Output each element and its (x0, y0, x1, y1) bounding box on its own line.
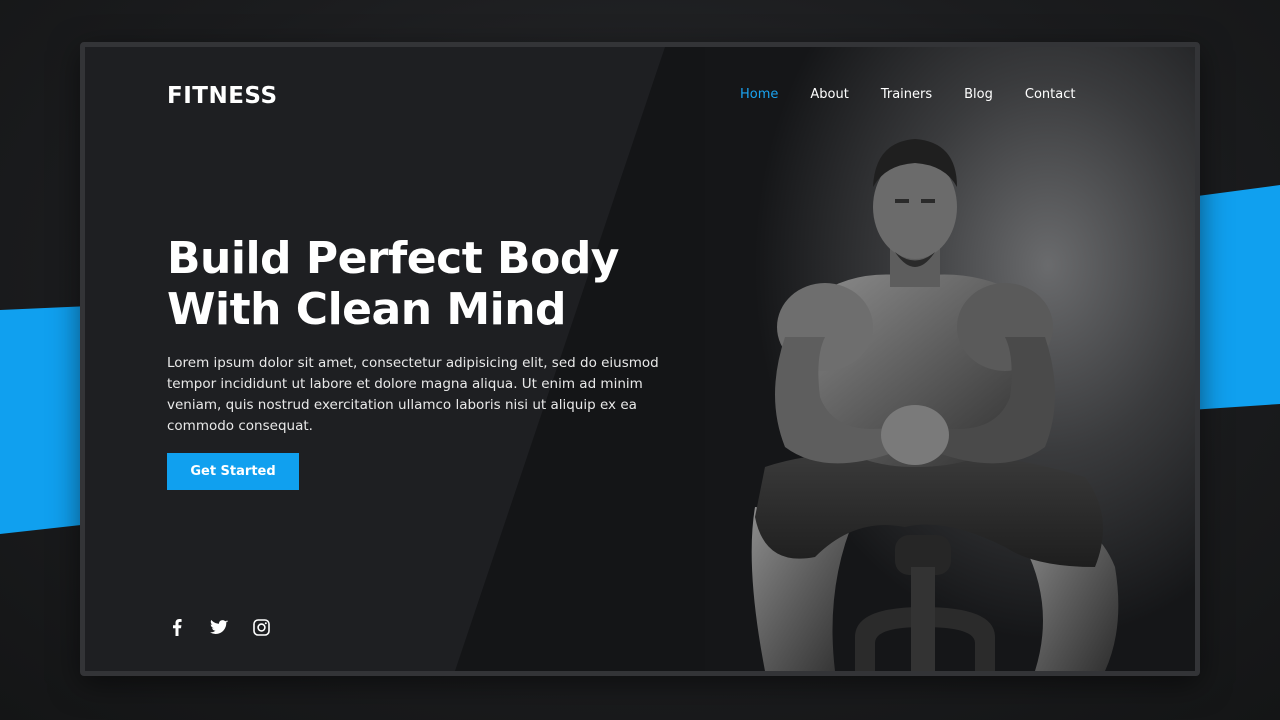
hero-description: Lorem ipsum dolor sit amet, consectetur … (167, 355, 659, 434)
nav-item-contact[interactable]: Contact (1025, 87, 1076, 102)
page-stage: FITNESS Home About Trainers Blog Contact… (0, 0, 1280, 720)
hero-athlete-image (705, 47, 1195, 671)
nav-item-home[interactable]: Home (740, 87, 778, 102)
nav-item-about[interactable]: About (810, 87, 848, 102)
nav-item-trainers[interactable]: Trainers (881, 87, 932, 102)
twitter-icon[interactable] (209, 617, 229, 637)
main-nav: Home About Trainers Blog Contact (740, 87, 1075, 102)
hero-headline-line1: Build Perfect Body (167, 233, 620, 284)
brand-logo[interactable]: FITNESS (167, 83, 278, 109)
facebook-icon[interactable] (167, 617, 187, 637)
accent-stripe-left (0, 306, 90, 534)
nav-item-blog[interactable]: Blog (964, 87, 993, 102)
hero-headline: Build Perfect Body With Clean Mind (167, 233, 687, 335)
social-links (167, 617, 271, 637)
instagram-icon[interactable] (251, 617, 271, 637)
get-started-button[interactable]: Get Started (167, 453, 299, 490)
accent-stripe-right (1190, 185, 1280, 410)
browser-frame: FITNESS Home About Trainers Blog Contact… (80, 42, 1200, 676)
hero-headline-line2: With Clean Mind (167, 284, 567, 335)
